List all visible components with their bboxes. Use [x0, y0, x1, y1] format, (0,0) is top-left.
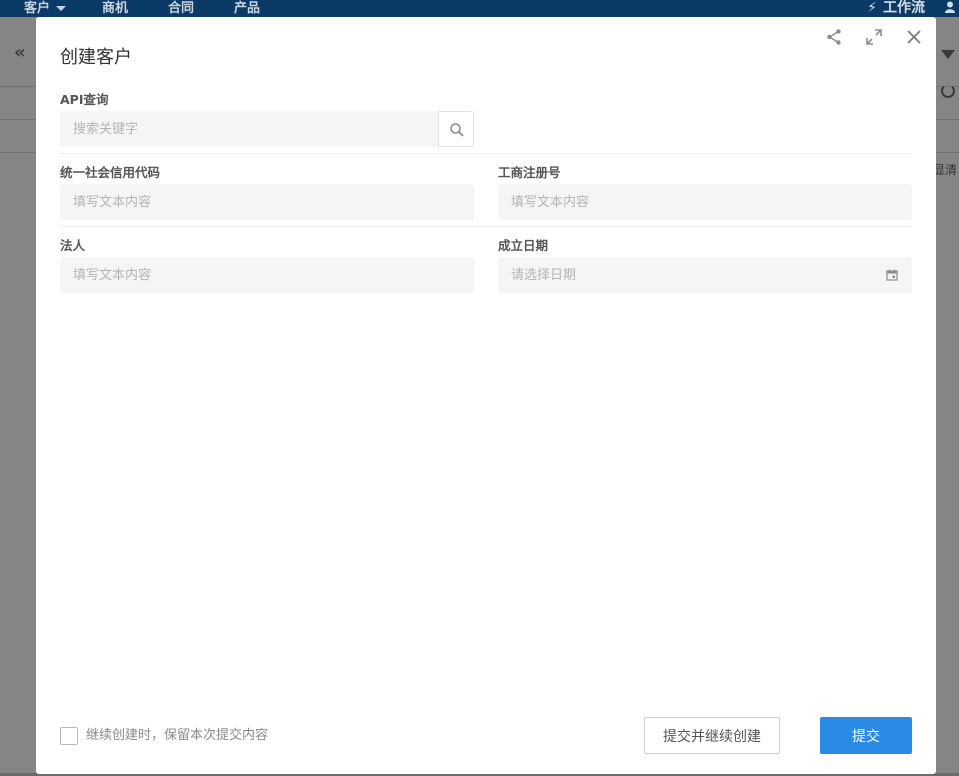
nav-item-contract[interactable]: 合同	[168, 0, 194, 17]
nav-item-label: 客户	[24, 1, 51, 16]
keep-content-label: 继续创建时，保留本次提交内容	[86, 728, 269, 743]
api-query-label: API查询	[60, 92, 109, 107]
search-icon	[450, 123, 464, 137]
nav-item-opportunity[interactable]: 商机	[102, 0, 128, 17]
divider	[60, 153, 912, 154]
dialog-actions	[824, 27, 924, 47]
divider	[0, 119, 36, 120]
nav-item-product[interactable]: 产品	[234, 0, 260, 17]
established-date-label: 成立日期	[498, 238, 549, 253]
calendar-icon[interactable]	[886, 269, 898, 281]
expand-icon[interactable]	[864, 27, 884, 47]
clipped-background-text: 显清	[932, 163, 957, 177]
submit-and-continue-button[interactable]: 提交并继续创建	[644, 717, 780, 754]
business-reg-no-label: 工商注册号	[498, 165, 561, 180]
api-query-search-input[interactable]	[60, 111, 438, 147]
divider	[936, 152, 959, 153]
business-reg-no-input[interactable]	[498, 184, 912, 220]
credit-code-label: 统一社会信用代码	[60, 165, 161, 180]
background-right-panel	[936, 17, 959, 776]
nav-item-customer[interactable]: 客户	[24, 0, 67, 17]
workflow-link[interactable]: ⚡ 工作流	[867, 0, 925, 17]
keep-content-checkbox[interactable]	[60, 727, 78, 745]
legal-person-input[interactable]	[60, 257, 474, 293]
workflow-label: 工作流	[883, 0, 925, 16]
collapse-sidebar-icon[interactable]: «	[14, 42, 26, 63]
credit-code-input[interactable]	[60, 184, 474, 220]
close-icon[interactable]	[904, 27, 924, 47]
filter-icon[interactable]	[941, 50, 955, 59]
api-query-search-button[interactable]	[438, 111, 474, 147]
refresh-icon[interactable]	[941, 84, 955, 98]
divider	[0, 86, 36, 87]
chevron-down-icon	[56, 6, 67, 11]
divider	[0, 152, 36, 153]
established-date-picker[interactable]	[498, 257, 912, 293]
submit-button[interactable]: 提交	[820, 717, 912, 754]
divider	[936, 119, 959, 120]
workflow-icon: ⚡	[867, 0, 877, 16]
share-icon[interactable]	[824, 27, 844, 47]
legal-person-label: 法人	[60, 238, 86, 253]
divider	[60, 226, 912, 227]
dialog-title: 创建客户	[60, 47, 132, 68]
background-left-panel	[0, 17, 36, 776]
top-navigation-bar: 客户 商机 合同 产品 ⚡ 工作流	[0, 0, 959, 17]
user-icon[interactable]	[945, 1, 955, 13]
create-customer-dialog: 创建客户 API查询 搜索关键字 统一社会信用代码 填写文本内容 工商注册号 填…	[36, 17, 936, 774]
